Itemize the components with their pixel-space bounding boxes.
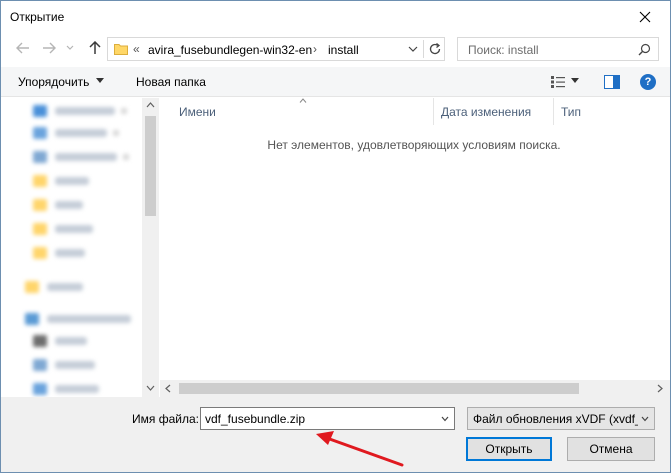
scroll-right-icon[interactable] — [657, 384, 663, 393]
folder-icon — [114, 44, 128, 55]
command-bar: Упорядочить Новая папка ? — [1, 67, 670, 97]
nav-item[interactable] — [25, 311, 131, 327]
up-button[interactable] — [85, 38, 105, 58]
arrow-right-icon — [43, 42, 56, 54]
cancel-button[interactable]: Отмена — [567, 437, 655, 461]
filename-dropdown-icon[interactable] — [441, 416, 449, 422]
nav-item[interactable] — [25, 279, 83, 295]
nav-item[interactable] — [33, 245, 85, 261]
scroll-left-icon[interactable] — [165, 384, 171, 393]
sort-ascending-icon — [299, 98, 307, 103]
nav-item[interactable] — [33, 103, 127, 119]
column-divider[interactable] — [433, 98, 434, 125]
organize-dropdown-icon[interactable] — [96, 78, 104, 84]
breadcrumb-parent[interactable]: avira_fusebundlegen-win32-en — [148, 43, 312, 57]
address-dropdown-icon[interactable] — [407, 44, 419, 54]
arrow-up-icon — [89, 41, 101, 54]
filename-label: Имя файла: — [132, 412, 199, 426]
breadcrumb-current[interactable]: install — [328, 43, 359, 57]
title-bar: Открытие — [1, 1, 670, 32]
file-type-dropdown-icon[interactable] — [641, 416, 649, 422]
nav-item[interactable] — [33, 125, 119, 141]
close-icon — [639, 11, 651, 23]
recent-locations-button[interactable] — [63, 38, 77, 58]
chevron-down-icon — [66, 45, 74, 50]
nav-item[interactable] — [33, 381, 99, 397]
search-input[interactable]: Поиск: install — [468, 43, 539, 57]
address-bar[interactable]: « avira_fusebundlegen-win32-en › install — [107, 37, 445, 61]
filename-value[interactable]: vdf_fusebundle.zip — [205, 412, 305, 426]
search-icon — [638, 43, 651, 56]
nav-item[interactable] — [33, 357, 95, 373]
search-box[interactable]: Поиск: install — [457, 37, 659, 61]
file-type-select[interactable]: Файл обновления xVDF (xvdf_fusebundle.zi… — [467, 407, 655, 430]
filename-input[interactable]: vdf_fusebundle.zip — [200, 407, 455, 430]
breadcrumb-separator[interactable]: › — [313, 42, 317, 56]
address-overflow[interactable]: « — [133, 42, 140, 56]
scrollbar-thumb[interactable] — [179, 383, 579, 394]
file-type-value[interactable]: Файл обновления xVDF (xvdf_fusebundle.zi… — [473, 412, 638, 426]
dialog-footer: Имя файла: vdf_fusebundle.zip Файл обнов… — [1, 397, 670, 472]
window-title: Открытие — [10, 10, 65, 24]
empty-list-message: Нет элементов, удовлетворяющих условиям … — [267, 138, 561, 152]
column-header-date[interactable]: Дата изменения — [441, 98, 531, 125]
navigation-scrollbar[interactable] — [142, 98, 159, 397]
forward-button[interactable] — [39, 38, 59, 58]
scroll-up-icon[interactable] — [146, 102, 155, 108]
preview-pane-icon[interactable] — [604, 75, 620, 89]
navigation-pane[interactable] — [1, 98, 159, 397]
column-header-name[interactable]: Имени — [179, 98, 216, 125]
open-file-dialog: Открытие « avira_fusebundlegen-win32-en … — [0, 0, 671, 473]
new-folder-button[interactable]: Новая папка — [136, 75, 206, 89]
column-divider[interactable] — [553, 98, 554, 125]
nav-item[interactable] — [33, 197, 83, 213]
view-dropdown-icon[interactable] — [571, 78, 579, 84]
close-button[interactable] — [634, 7, 656, 27]
refresh-icon[interactable] — [427, 41, 443, 57]
nav-item[interactable] — [33, 221, 93, 237]
column-header-type[interactable]: Тип — [561, 98, 581, 125]
file-list[interactable]: Имени Дата изменения Тип Нет элементов, … — [160, 98, 670, 397]
horizontal-scrollbar[interactable] — [160, 380, 670, 397]
nav-item[interactable] — [33, 173, 89, 189]
nav-item[interactable] — [33, 333, 87, 349]
address-divider — [423, 40, 424, 58]
open-button[interactable]: Открыть — [466, 437, 552, 461]
scroll-down-icon[interactable] — [146, 385, 155, 391]
back-button[interactable] — [13, 38, 33, 58]
view-options-icon[interactable] — [550, 75, 566, 89]
nav-item[interactable] — [33, 149, 129, 165]
scrollbar-thumb[interactable] — [145, 116, 156, 216]
help-icon[interactable]: ? — [640, 74, 656, 90]
organize-button[interactable]: Упорядочить — [18, 75, 89, 89]
arrow-left-icon — [16, 42, 29, 54]
